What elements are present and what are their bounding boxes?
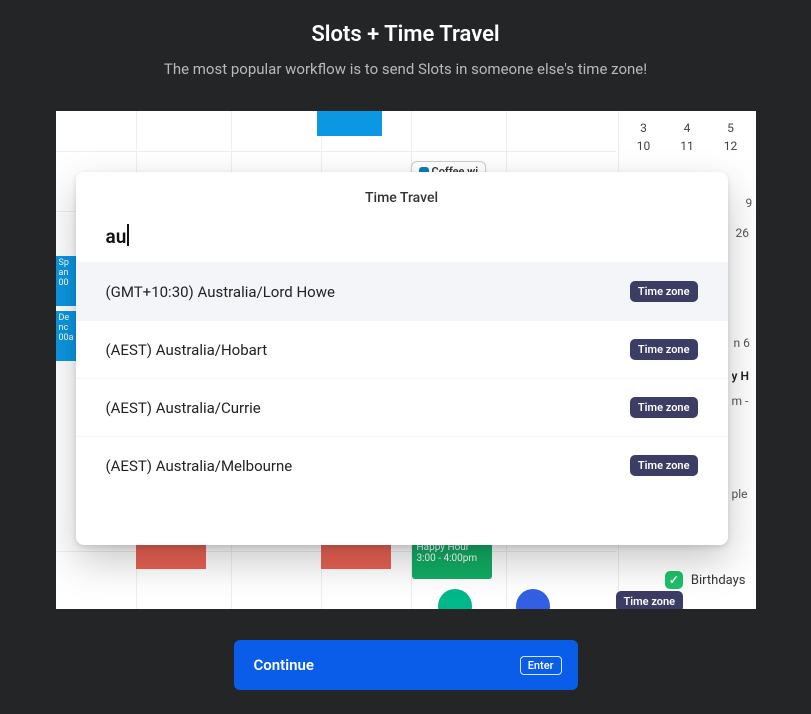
onboarding-header: Slots + Time Travel The most popular wor… (0, 0, 811, 78)
mini-calendar-row: 3 4 5 (629, 119, 746, 137)
modal-title: Time Travel (76, 172, 728, 214)
keyboard-hint-enter: Enter (520, 656, 562, 675)
timezone-option[interactable]: (AEST) Australia/Hobart Time zone (76, 320, 728, 378)
timezone-search-input[interactable]: au (76, 214, 728, 262)
timezone-results-list: (GMT+10:30) Australia/Lord Howe Time zon… (76, 262, 728, 494)
calendar-event-left-a[interactable]: Sp an 00 (56, 256, 78, 306)
footer: Continue Enter (0, 640, 811, 690)
page-title: Slots + Time Travel (0, 22, 811, 47)
mini-calendar-row: 10 11 12 (629, 137, 746, 155)
timezone-badge: Time zone (630, 281, 698, 302)
timezone-option[interactable]: (GMT+10:30) Australia/Lord Howe Time zon… (76, 262, 728, 320)
timezone-badge: Time zone (616, 591, 684, 609)
timezone-option[interactable]: (AEST) Australia/Melbourne Time zone (76, 436, 728, 494)
text-caret (127, 224, 128, 246)
right-text-fragment: m - (732, 394, 756, 408)
timezone-option-label: (AEST) Australia/Currie (106, 399, 261, 417)
app-screenshot: Coffee wi Sp an 00 De nc 00a 3 4 5 10 11… (56, 111, 756, 609)
timezone-badge: Time zone (630, 339, 698, 360)
calendar-event-left-b[interactable]: De nc 00a (56, 311, 78, 361)
right-text-fragment: n 6 (734, 336, 756, 350)
timezone-option-label: (AEST) Australia/Hobart (106, 341, 268, 359)
continue-button-label: Continue (254, 656, 314, 674)
timezone-option-label: (GMT+10:30) Australia/Lord Howe (106, 283, 335, 301)
calendar-toggle-label: Birthdays (691, 573, 746, 588)
continue-button[interactable]: Continue Enter (234, 640, 578, 690)
page-subtitle: The most popular workflow is to send Slo… (0, 60, 811, 78)
calendar-event-happy-hour[interactable]: Happy Hour 3:00 - 4:00pm (412, 539, 492, 579)
right-text-fragment: 26 (736, 226, 756, 240)
right-text-fragment: 9 (746, 196, 756, 210)
timezone-badge: Time zone (630, 455, 698, 476)
timezone-option-label: (AEST) Australia/Melbourne (106, 457, 293, 475)
search-input-value: au (106, 224, 129, 248)
time-travel-modal: Time Travel au (GMT+10:30) Australia/Lor… (76, 172, 728, 545)
checkmark-icon: ✓ (665, 571, 683, 589)
timezone-badge: Time zone (630, 397, 698, 418)
calendar-event-block (317, 111, 382, 136)
timezone-option[interactable]: (AEST) Australia/Currie Time zone (76, 378, 728, 436)
right-text-fragment: y H (732, 369, 756, 383)
calendar-toggle-birthdays[interactable]: ✓ Birthdays (665, 571, 746, 589)
right-text-fragment: ple (732, 487, 756, 501)
